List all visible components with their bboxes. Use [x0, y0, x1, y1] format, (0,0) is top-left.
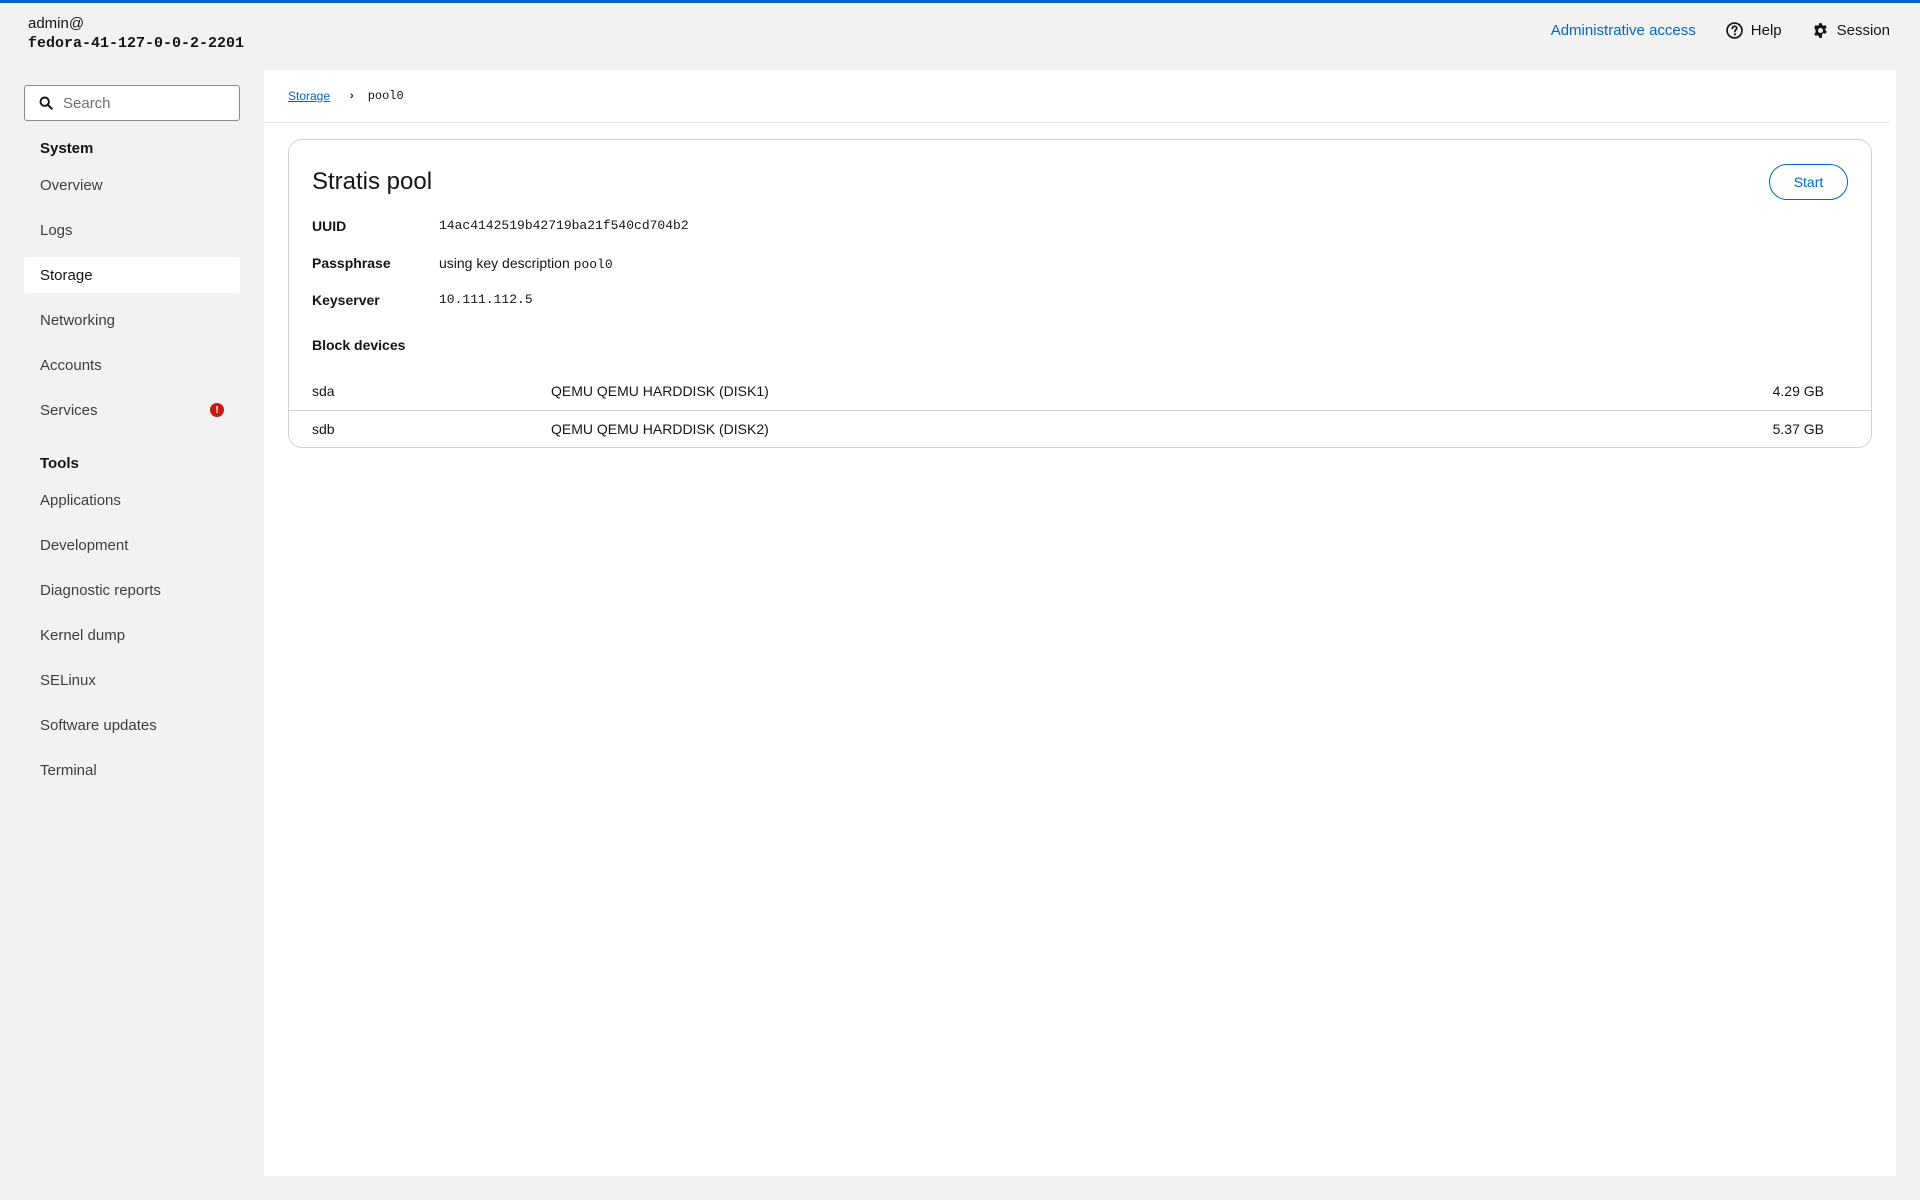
- search-icon: [39, 96, 53, 110]
- uuid-row: UUID 14ac4142519b42719ba21f540cd704b2: [312, 218, 689, 234]
- passphrase-row: Passphrase using key description pool0: [312, 255, 613, 272]
- passphrase-prefix: using key description: [439, 255, 574, 271]
- header-actions: Administrative access Help Session: [1551, 22, 1890, 39]
- sidebar-item-label: Applications: [40, 491, 121, 509]
- sidebar-item-diagnostic-reports[interactable]: Diagnostic reports: [24, 572, 240, 608]
- sidebar-item-applications[interactable]: Applications: [24, 482, 240, 518]
- card-title: Stratis pool: [312, 168, 433, 195]
- stratis-pool-card: Stratis pool Start UUID 14ac4142519b4271…: [288, 139, 1872, 448]
- top-accent-bar: [0, 0, 1920, 3]
- device-size: 5.37 GB: [1772, 421, 1824, 437]
- sidebar-item-selinux[interactable]: SELinux: [24, 662, 240, 698]
- sidebar-item-label: Services: [40, 401, 98, 419]
- device-model: QEMU QEMU HARDDISK (DISK1): [551, 383, 769, 399]
- sidebar-item-development[interactable]: Development: [24, 527, 240, 563]
- sidebar-item-label: SELinux: [40, 671, 96, 689]
- sidebar-item-storage[interactable]: Storage: [24, 257, 240, 293]
- sidebar-item-overview[interactable]: Overview: [24, 167, 240, 203]
- sidebar-item-software-updates[interactable]: Software updates: [24, 707, 240, 743]
- passphrase-key: pool0: [573, 257, 613, 272]
- uuid-value: 14ac4142519b42719ba21f540cd704b2: [439, 218, 689, 233]
- table-row: sdb QEMU QEMU HARDDISK (DISK2) 5.37 GB: [289, 410, 1871, 448]
- sidebar-item-label: Kernel dump: [40, 626, 126, 644]
- sidebar-item-label: Logs: [40, 221, 73, 239]
- device-size: 4.29 GB: [1772, 383, 1824, 399]
- uuid-label: UUID: [312, 218, 347, 234]
- host-name: fedora-41-127-0-0-2-2201: [28, 35, 245, 52]
- search-box[interactable]: [24, 85, 240, 121]
- keyserver-row: Keyserver 10.111.112.5: [312, 292, 533, 308]
- error-badge-icon: !: [210, 403, 224, 417]
- device-name: sdb: [312, 421, 335, 437]
- passphrase-value: using key description pool0: [439, 255, 613, 272]
- sidebar-item-label: Diagnostic reports: [40, 581, 161, 599]
- help-label: Help: [1750, 22, 1782, 39]
- keyserver-label: Keyserver: [312, 292, 380, 308]
- sidebar-item-networking[interactable]: Networking: [24, 302, 240, 338]
- sidebar-item-label: Software updates: [40, 716, 157, 734]
- host-user: admin@: [28, 15, 85, 32]
- device-name: sda: [312, 383, 335, 399]
- passphrase-label: Passphrase: [312, 255, 391, 271]
- gear-icon: [1813, 23, 1827, 38]
- sidebar-item-kernel-dump[interactable]: Kernel dump: [24, 617, 240, 653]
- sidebar-item-terminal[interactable]: Terminal: [24, 752, 240, 788]
- chevron-right-icon: ›: [350, 90, 354, 102]
- breadcrumb: Storage › pool0: [288, 89, 404, 103]
- sidebar-item-services[interactable]: Services !: [24, 392, 240, 428]
- device-model: QEMU QEMU HARDDISK (DISK2): [551, 421, 769, 437]
- breadcrumb-storage-link[interactable]: Storage: [288, 89, 330, 103]
- session-button[interactable]: Session: [1812, 22, 1890, 39]
- administrative-access-button[interactable]: Administrative access: [1551, 22, 1696, 39]
- sidebar-item-label: Networking: [40, 311, 116, 329]
- sidebar-item-accounts[interactable]: Accounts: [24, 347, 240, 383]
- help-icon: [1725, 22, 1743, 39]
- search-input[interactable]: [63, 94, 233, 112]
- nav-section-tools: Tools: [40, 455, 79, 472]
- host-switcher[interactable]: admin@ fedora-41-127-0-0-2-2201: [28, 14, 244, 54]
- table-row: sda QEMU QEMU HARDDISK (DISK1) 4.29 GB: [289, 372, 1871, 410]
- start-button[interactable]: Start: [1769, 164, 1848, 200]
- sidebar-item-label: Overview: [40, 176, 103, 194]
- keyserver-value: 10.111.112.5: [439, 292, 533, 307]
- main-panel: Storage › pool0 Stratis pool Start UUID …: [264, 70, 1896, 1176]
- sidebar-item-label: Storage: [40, 266, 93, 284]
- sidebar-item-label: Terminal: [40, 761, 97, 779]
- sidebar-item-label: Accounts: [40, 356, 102, 374]
- block-devices-title: Block devices: [312, 337, 406, 353]
- session-label: Session: [1836, 22, 1890, 39]
- sidebar-item-logs[interactable]: Logs: [24, 212, 240, 248]
- breadcrumb-divider: [264, 122, 1890, 123]
- breadcrumb-current: pool0: [367, 89, 404, 103]
- help-button[interactable]: Help: [1725, 22, 1782, 39]
- nav-section-system: System: [40, 140, 94, 157]
- sidebar-item-label: Development: [40, 536, 129, 554]
